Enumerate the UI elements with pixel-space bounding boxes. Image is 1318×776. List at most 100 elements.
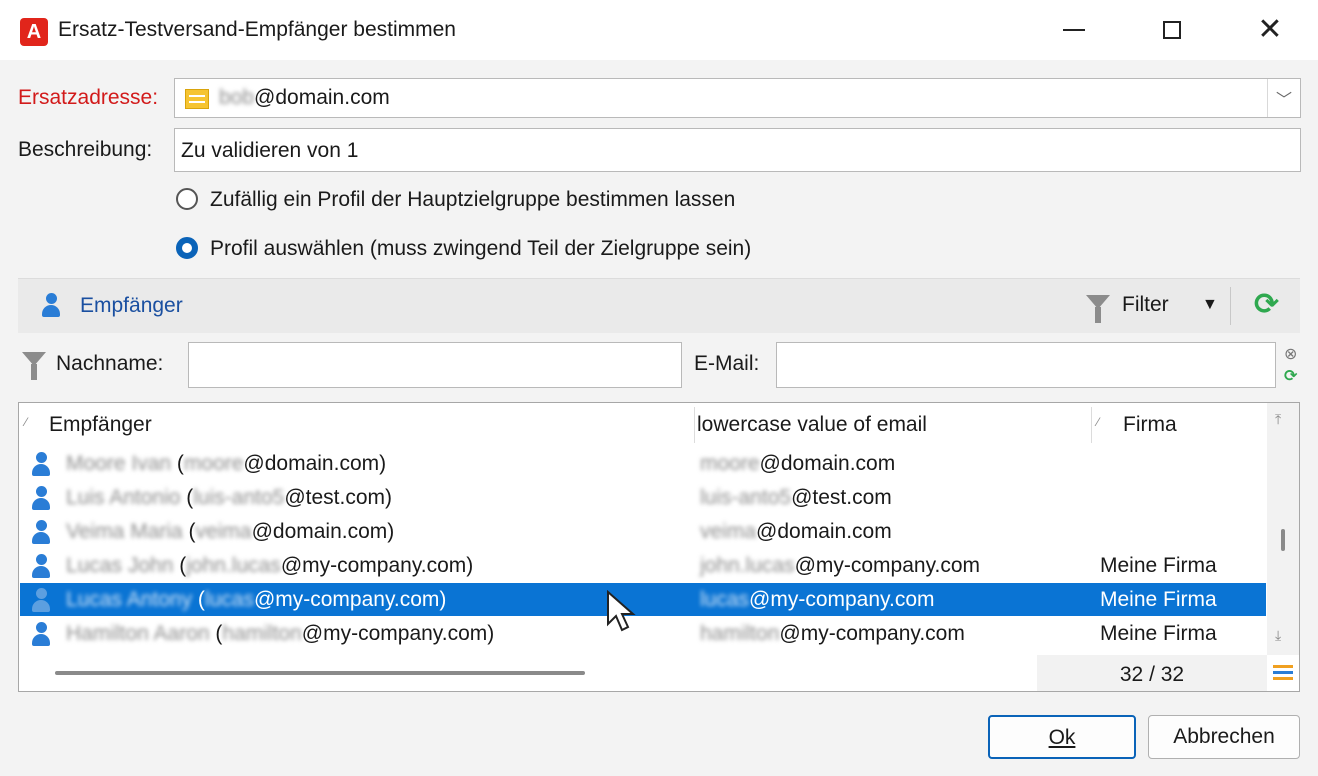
- vertical-scrollbar[interactable]: ⤒ ⤓: [1267, 403, 1299, 655]
- email-domain: @my-company.com: [779, 622, 965, 645]
- cell-email: john.lucas@my-company.com: [700, 549, 980, 582]
- radio-random-profile[interactable]: [176, 188, 198, 210]
- recipient-email-domain: @my-company.com): [280, 554, 474, 577]
- list-menu-icon[interactable]: [1273, 665, 1293, 681]
- ersatzadresse-domain: @domain.com: [254, 86, 390, 109]
- adobe-app-icon: A: [20, 18, 48, 46]
- scroll-bottom-icon[interactable]: ⤓: [1275, 627, 1281, 644]
- toolbar-title: Empfänger: [80, 294, 183, 317]
- table-row[interactable]: Lucas John (john.lucas@my-company.com) jo…: [20, 549, 1266, 582]
- maximize-icon: [1163, 21, 1181, 39]
- recipient-icon: [42, 293, 60, 317]
- table-row[interactable]: Hamilton Aaron (hamilton@my-company.com)…: [20, 617, 1266, 650]
- email-label: E-Mail:: [694, 352, 760, 375]
- column-header-email[interactable]: lowercase value of email: [697, 403, 927, 443]
- beschreibung-input[interactable]: Zu validieren von 1: [174, 128, 1301, 172]
- toolbar-divider: [1230, 287, 1231, 325]
- recipient-name: Luis Antonio: [66, 486, 181, 509]
- recipient-icon: [32, 622, 50, 646]
- email-domain: @domain.com: [759, 452, 896, 475]
- close-button[interactable]: ✕: [1246, 10, 1294, 50]
- column-separator: [1091, 407, 1092, 443]
- cell-recipient: Veima Maria (veima@domain.com): [66, 520, 395, 543]
- recipient-icon: [32, 554, 50, 578]
- recipient-icon: [32, 452, 50, 476]
- recipient-email-local: lucas: [204, 588, 254, 611]
- radio-random-label: Zufällig ein Profil der Hauptzielgruppe …: [210, 188, 736, 211]
- window-title: Ersatz-Testversand-Empfänger bestimmen: [58, 18, 456, 41]
- email-local: hamilton: [700, 622, 780, 645]
- beschreibung-value: Zu validieren von 1: [181, 139, 359, 162]
- cell-email: lucas@my-company.com: [700, 583, 935, 616]
- beschreibung-label: Beschreibung:: [18, 138, 153, 161]
- mouse-cursor-icon: [607, 590, 636, 632]
- minimize-icon: [1063, 29, 1085, 31]
- scroll-top-icon[interactable]: ⤒: [1275, 411, 1281, 428]
- filter-button[interactable]: Filter ▼: [1084, 291, 1224, 323]
- horizontal-scroll-thumb[interactable]: [55, 671, 585, 675]
- maximize-button[interactable]: [1148, 10, 1196, 50]
- minimize-button[interactable]: [1050, 10, 1098, 50]
- table-row[interactable]: Lucas Antony (lucas@my-company.com) lucas…: [20, 583, 1266, 616]
- ok-button[interactable]: Ok: [988, 715, 1136, 759]
- clear-filter-icon[interactable]: ⊗: [1284, 344, 1297, 364]
- horizontal-scrollbar[interactable]: [19, 655, 1037, 691]
- apply-filter-icon[interactable]: ⟳: [1284, 366, 1297, 386]
- cancel-button[interactable]: Abbrechen: [1148, 715, 1300, 759]
- recipient-email-domain: @my-company.com): [253, 588, 447, 611]
- email-local: lucas: [700, 588, 750, 611]
- recipients-table: ⁄ Empfänger lowercase value of email ⁄ F…: [18, 402, 1300, 692]
- email-domain: @test.com: [791, 486, 892, 509]
- refresh-icon[interactable]: ⟳: [1254, 287, 1279, 322]
- email-domain: @my-company.com: [749, 588, 935, 611]
- cell-recipient: Hamilton Aaron (hamilton@my-company.com): [66, 622, 495, 645]
- cell-firma: Meine Firma: [1100, 622, 1217, 645]
- recipient-email-domain: @test.com): [284, 486, 392, 509]
- title-bar: A Ersatz-Testversand-Empfänger bestimmen…: [0, 0, 1318, 60]
- recipient-email-local: john.lucas: [186, 554, 281, 577]
- vertical-scroll-thumb[interactable]: [1281, 529, 1285, 551]
- table-row[interactable]: Veima Maria (veima@domain.com) veima@doma…: [20, 515, 1266, 548]
- email-local: moore: [700, 452, 760, 475]
- cell-firma: Meine Firma: [1100, 588, 1217, 611]
- filter-icon: [1086, 295, 1110, 323]
- column-header-empfaenger[interactable]: Empfänger: [49, 403, 152, 443]
- recipient-email-domain: @domain.com): [243, 452, 387, 475]
- record-count: 32 / 32: [1037, 655, 1267, 691]
- cell-recipient: Lucas John (john.lucas@my-company.com): [66, 554, 474, 577]
- recipient-email-local: luis-anto5: [193, 486, 285, 509]
- cell-email: moore@domain.com: [700, 447, 895, 480]
- filter-label: Filter: [1122, 293, 1169, 316]
- cell-firma: Meine Firma: [1100, 554, 1217, 577]
- cell-recipient: Luis Antonio (luis-anto5@test.com): [66, 486, 392, 509]
- filter-row-icon: [22, 352, 46, 380]
- recipient-name: Hamilton Aaron: [66, 622, 210, 645]
- table-row[interactable]: Moore Ivan (moore@domain.com) moore@domai…: [20, 447, 1266, 480]
- close-icon: ✕: [1257, 13, 1283, 46]
- recipient-name: Lucas John: [66, 554, 174, 577]
- recipient-icon: [32, 588, 50, 612]
- table-row[interactable]: Luis Antonio (luis-anto5@test.com) luis-a…: [20, 481, 1266, 514]
- cell-email: luis-anto5@test.com: [700, 481, 892, 514]
- column-header-firma[interactable]: Firma: [1123, 403, 1177, 443]
- email-domain: @domain.com: [756, 520, 892, 543]
- email-local: john.lucas: [700, 554, 795, 577]
- email-input[interactable]: [776, 342, 1276, 388]
- cell-recipient: Moore Ivan (moore@domain.com): [66, 452, 387, 475]
- column-separator: [694, 407, 695, 443]
- filter-dropdown-icon[interactable]: ▼: [1202, 296, 1218, 314]
- chevron-down-icon[interactable]: ﹀: [1267, 79, 1300, 117]
- ersatzadresse-label: Ersatzadresse:: [18, 86, 159, 109]
- cell-recipient: Lucas Antony (lucas@my-company.com): [66, 588, 447, 611]
- recipient-email-local: hamilton: [222, 622, 302, 645]
- radio-select-profile[interactable]: [176, 237, 198, 259]
- dialog-window: A Ersatz-Testversand-Empfänger bestimmen…: [0, 0, 1318, 776]
- address-list-icon: [185, 89, 209, 109]
- recipient-email-local: veima: [195, 520, 252, 543]
- recipient-icon: [32, 486, 50, 510]
- ersatzadresse-local-part: bob: [219, 86, 255, 109]
- recipient-email-domain: @domain.com): [251, 520, 395, 543]
- email-local: veima: [700, 520, 757, 543]
- ersatzadresse-combobox[interactable]: bob@domain.com ﹀: [174, 78, 1301, 118]
- nachname-input[interactable]: [188, 342, 682, 388]
